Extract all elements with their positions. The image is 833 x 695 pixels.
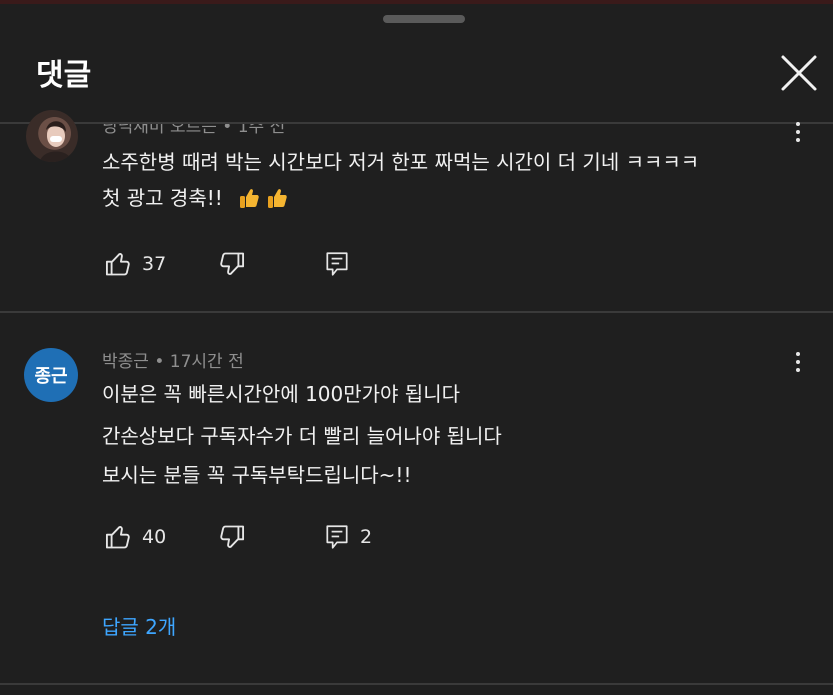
like-count: 37 bbox=[142, 253, 167, 275]
emoji-group bbox=[237, 186, 289, 210]
close-icon bbox=[781, 55, 817, 91]
more-options-button[interactable] bbox=[788, 118, 808, 152]
comment-meta-clip: 닝닉재미 오르는 • 1주 전 bbox=[102, 124, 382, 134]
comment-meta[interactable]: 닝닉재미 오르는 • 1주 전 bbox=[102, 124, 285, 134]
thumbs-up-emoji-icon bbox=[268, 189, 287, 208]
kebab-icon-dot bbox=[796, 352, 800, 356]
comment-text-line: 간손상보다 구독자수가 더 빨리 늘어나야 됩니다 bbox=[102, 424, 502, 448]
avatar-photo bbox=[40, 121, 72, 162]
comment-text-line: 보시는 분들 꼭 구독부탁드립니다~!! bbox=[102, 463, 412, 487]
comment-divider bbox=[0, 311, 833, 313]
comment-text-line: 첫 광고 경축!! bbox=[102, 186, 223, 210]
thumbs-up-icon bbox=[105, 253, 130, 276]
like-button[interactable]: 37 bbox=[104, 250, 166, 278]
comment-reply-icon bbox=[326, 252, 348, 276]
like-count: 40 bbox=[142, 526, 167, 548]
dislike-button[interactable] bbox=[218, 250, 246, 278]
comment-meta[interactable]: 박종근 • 17시간 전 bbox=[102, 347, 244, 372]
close-button[interactable] bbox=[776, 50, 822, 96]
kebab-icon-dot bbox=[796, 138, 800, 142]
avatar[interactable] bbox=[26, 110, 78, 162]
kebab-icon-dot bbox=[796, 368, 800, 372]
bottom-divider bbox=[0, 683, 833, 685]
thumbs-up-emoji-icon bbox=[240, 189, 259, 208]
comment-text-line: 소주한병 때려 박는 시간보다 저거 한포 짜먹는 시간이 더 기네 ㅋㅋㅋㅋ bbox=[102, 150, 700, 174]
reply-button[interactable]: 2 bbox=[324, 523, 372, 551]
comment-reply-icon bbox=[326, 525, 348, 549]
thumbs-up-icon bbox=[105, 526, 130, 549]
thumbs-down-icon bbox=[220, 525, 245, 548]
view-replies-link[interactable]: 답글 2개 bbox=[102, 611, 176, 640]
kebab-icon-dot bbox=[796, 360, 800, 364]
reply-button[interactable] bbox=[324, 250, 350, 278]
comment-text-line: 이분은 꼭 빠른시간안에 100만가야 됩니다 bbox=[102, 382, 461, 406]
comment-text-line-2: 첫 광고 경축!! bbox=[102, 180, 289, 216]
thumbs-down-icon bbox=[220, 252, 245, 275]
drag-handle[interactable] bbox=[383, 15, 465, 23]
dislike-button[interactable] bbox=[218, 523, 246, 551]
like-button[interactable]: 40 bbox=[104, 523, 166, 551]
more-options-button[interactable] bbox=[788, 348, 808, 382]
reply-count: 2 bbox=[360, 526, 373, 548]
top-edge-strip bbox=[0, 0, 833, 4]
kebab-icon-dot bbox=[796, 122, 800, 126]
avatar[interactable]: 종근 bbox=[24, 348, 78, 402]
kebab-icon-dot bbox=[796, 130, 800, 134]
panel-title: 댓글 bbox=[36, 58, 92, 93]
